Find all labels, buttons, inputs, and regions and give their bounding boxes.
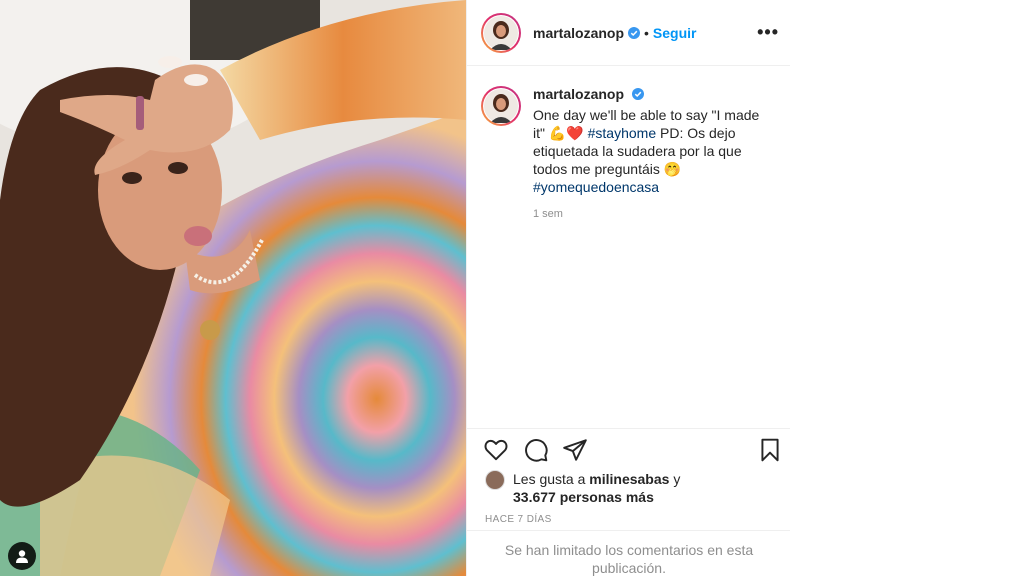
more-options-icon[interactable]: •••: [757, 22, 779, 43]
username-link[interactable]: martalozanop: [533, 25, 624, 41]
comments-limited-notice: Se han limitado los comentarios en esta …: [467, 530, 791, 576]
caption-timestamp[interactable]: 1 sem: [533, 208, 773, 220]
avatar-photo: [484, 89, 518, 123]
share-icon[interactable]: [562, 437, 588, 463]
liker-username[interactable]: milinesabas: [589, 471, 669, 487]
likes-prefix: Les gusta a: [513, 471, 590, 487]
comment-icon[interactable]: [523, 437, 549, 463]
heart-icon[interactable]: [483, 437, 509, 463]
likes-middle: y: [669, 471, 681, 487]
post-photo[interactable]: [0, 0, 466, 576]
caption-username[interactable]: martalozanop: [533, 86, 624, 102]
caption-text: One day we'll be able to say "I made it"…: [533, 106, 773, 196]
likes-text: Les gusta a milinesabas y 33.677 persona…: [513, 470, 680, 506]
liker-avatar[interactable]: [485, 470, 505, 490]
profile-avatar[interactable]: [481, 12, 521, 53]
likes-summary: Les gusta a milinesabas y 33.677 persona…: [485, 470, 680, 506]
avatar-photo: [484, 15, 518, 50]
user-tag-icon[interactable]: [8, 542, 36, 570]
caption-avatar[interactable]: [481, 86, 521, 126]
photo-illustration: [0, 0, 466, 576]
background-area: [790, 0, 1024, 576]
caption-emoji2: 🤭: [663, 161, 682, 177]
post-date[interactable]: HACE 7 DÍAS: [485, 514, 552, 525]
bookmark-icon[interactable]: [757, 437, 783, 463]
hashtag-stayhome[interactable]: #stayhome: [588, 125, 656, 141]
likes-count-link[interactable]: 33.677 personas más: [513, 489, 654, 505]
verified-badge-icon: [632, 88, 645, 100]
separator-dot: •: [644, 24, 649, 41]
follow-button[interactable]: Seguir: [653, 25, 697, 41]
post-header: martalozanop • Seguir •••: [467, 0, 791, 66]
verified-badge-icon: [628, 26, 641, 39]
action-bar: [467, 428, 791, 468]
instagram-post-view: martalozanop • Seguir ••• martalozanop O…: [0, 0, 1024, 576]
caption-block: martalozanop One day we'll be able to sa…: [481, 86, 781, 220]
hashtag-yomequedoencasa[interactable]: #yomequedoencasa: [533, 179, 659, 195]
post-side-panel: martalozanop • Seguir ••• martalozanop O…: [466, 0, 791, 576]
caption-emojis: 💪❤️: [548, 125, 584, 141]
